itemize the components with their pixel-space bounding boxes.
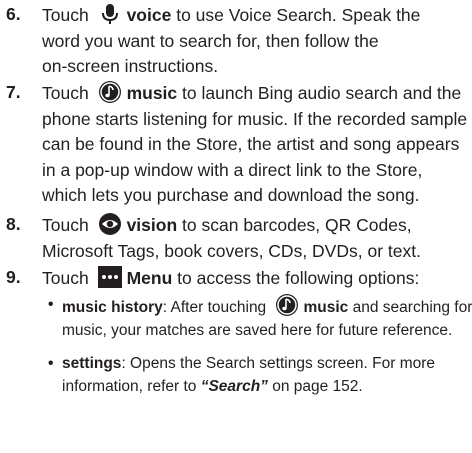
step-text: to access the following options: (177, 268, 420, 288)
bullet: • (48, 296, 54, 313)
cross-reference-link[interactable]: “Search” (201, 378, 268, 395)
step-text: Touch (42, 5, 89, 25)
keyword: music (126, 83, 178, 103)
step-text: Touch (42, 215, 89, 235)
keyword: voice (126, 5, 172, 25)
option-text: on page 152. (267, 378, 363, 395)
music-note-icon (275, 293, 299, 317)
step-text: on-screen instructions. (42, 56, 219, 76)
step-text: word you want to search for, then follow… (42, 30, 379, 51)
keyword: vision (126, 215, 178, 235)
step-text: which lets you purchase and download the… (42, 185, 420, 205)
step-text: Touch (42, 268, 89, 288)
eye-icon (98, 212, 122, 236)
option-text: and searching for (352, 299, 472, 316)
option-term: settings (62, 355, 122, 372)
microphone-icon (98, 2, 122, 26)
step-text: can be found in the Store, the artist an… (42, 134, 460, 154)
step-text: in a pop-up window with a direct link to… (42, 159, 423, 180)
option-text: information, refer to (62, 378, 197, 395)
step-text: to launch Bing audio search and the (182, 83, 462, 103)
step-text: to scan barcodes, QR Codes, (182, 215, 412, 235)
step-number: 6. (6, 4, 21, 24)
step-text: to use Voice Search. Speak the (176, 5, 421, 25)
bullet: • (48, 355, 54, 372)
option-term: music history (62, 299, 163, 316)
step-text: phone starts listening for music. If the… (42, 108, 468, 129)
more-dots-icon (97, 265, 122, 289)
step-number: 9. (6, 267, 21, 287)
step-number: 8. (6, 214, 21, 234)
step-number: 7. (6, 82, 21, 102)
step-text: Microsoft Tags, book covers, CDs, DVDs, … (42, 240, 421, 261)
keyword: Menu (126, 268, 173, 288)
option-text: : After touching (162, 299, 267, 316)
step-text: Touch (42, 83, 89, 103)
document-page: 6. Touch voice to use Voice Search. Spea… (0, 0, 472, 453)
option-text: : Opens the Search settings screen. For … (121, 355, 436, 372)
music-note-icon (98, 80, 122, 104)
keyword: music (303, 299, 349, 316)
option-text: music, your matches are saved here for f… (62, 322, 453, 339)
